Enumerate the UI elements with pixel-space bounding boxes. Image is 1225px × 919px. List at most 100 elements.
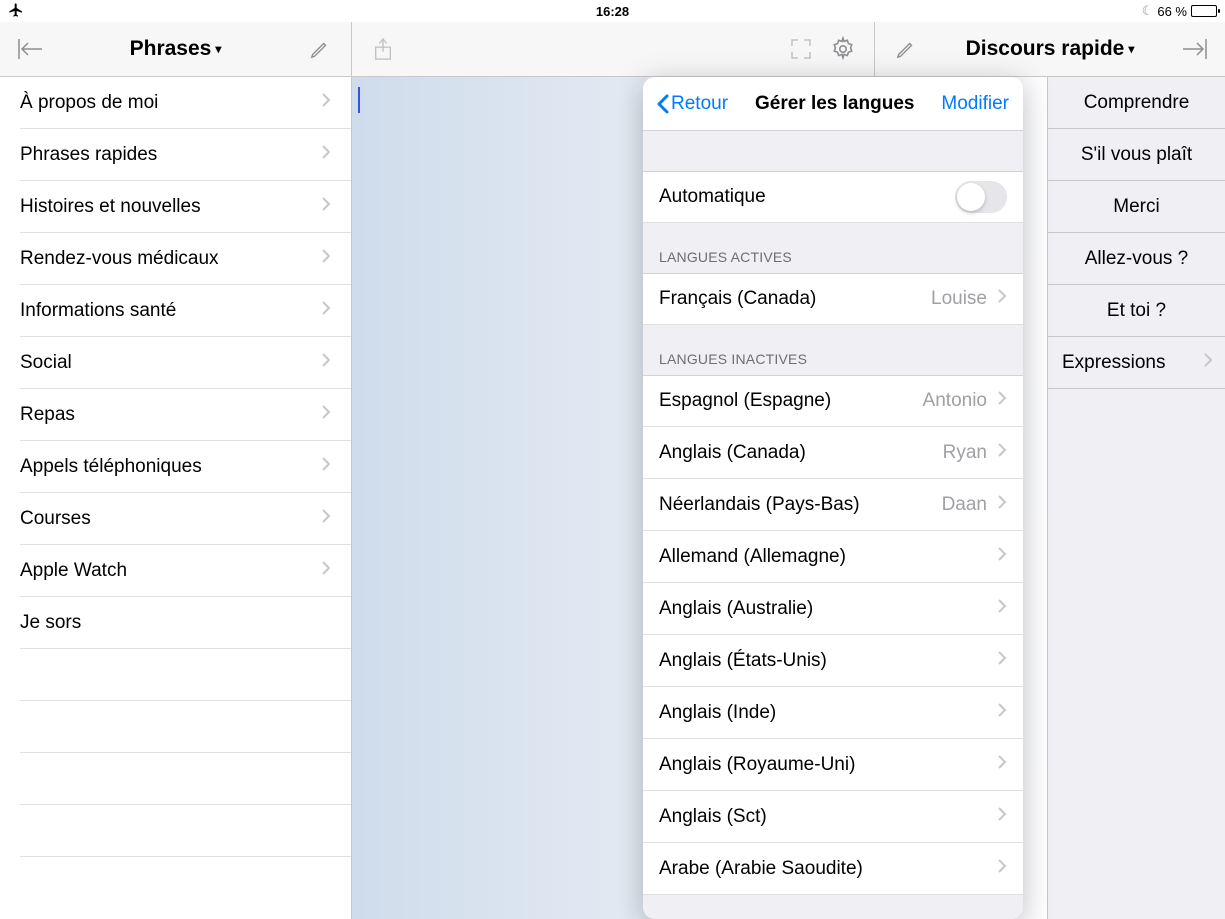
language-row[interactable]: Allemand (Allemagne)	[643, 531, 1023, 583]
sidebar-item[interactable]: Histoires et nouvelles	[20, 181, 351, 233]
share-icon[interactable]	[368, 34, 398, 64]
chevron-right-icon	[321, 455, 331, 478]
sidebar-item-label: À propos de moi	[20, 92, 158, 114]
popover-title: Gérer les langues	[755, 93, 914, 115]
chevron-right-icon	[321, 247, 331, 270]
gear-icon[interactable]	[828, 34, 858, 64]
back-button[interactable]: Retour	[657, 93, 728, 115]
language-row[interactable]: Anglais (Royaume-Uni)	[643, 739, 1023, 791]
chevron-right-icon	[321, 143, 331, 166]
quick-phrase-label: Et toi ?	[1107, 300, 1166, 322]
chevron-right-icon	[321, 559, 331, 582]
language-row[interactable]: Anglais (États-Unis)	[643, 635, 1023, 687]
sidebar-item[interactable]: Je sors	[20, 597, 351, 649]
chevron-right-icon	[321, 195, 331, 218]
language-row[interactable]: Anglais (Australie)	[643, 583, 1023, 635]
collapse-right-icon[interactable]	[1179, 34, 1209, 64]
language-name: Anglais (Canada)	[659, 442, 943, 464]
language-row[interactable]: Anglais (Sct)	[643, 791, 1023, 843]
sidebar-item-label: Repas	[20, 404, 75, 426]
language-row[interactable]: Français (Canada)Louise	[643, 273, 1023, 325]
sidebar-item[interactable]: À propos de moi	[20, 77, 351, 129]
popover-header: Retour Gérer les langues Modifier	[643, 77, 1023, 131]
automatic-row[interactable]: Automatique	[643, 171, 1023, 223]
inactive-section-header: LANGUES INACTIVES	[643, 325, 1023, 375]
edit-button[interactable]: Modifier	[941, 93, 1009, 115]
chevron-right-icon	[321, 507, 331, 530]
sidebar-item[interactable]: Apple Watch	[20, 545, 351, 597]
sidebar-item[interactable]: Informations santé	[20, 285, 351, 337]
quick-phrase-row[interactable]: Merci	[1048, 181, 1225, 233]
sidebar-item[interactable]: Appels téléphoniques	[20, 441, 351, 493]
toolbar-right-panel: Discours rapide ▾	[875, 22, 1225, 76]
chevron-right-icon	[997, 288, 1007, 310]
quick-phrase-row[interactable]: Allez-vous ?	[1048, 233, 1225, 285]
language-name: Anglais (Inde)	[659, 702, 997, 724]
sidebar-item[interactable]: Phrases rapides	[20, 129, 351, 181]
caret-down-icon: ▾	[1128, 42, 1134, 56]
chevron-right-icon	[321, 403, 331, 426]
language-name: Anglais (Sct)	[659, 806, 997, 828]
quick-phrase-row[interactable]: Et toi ?	[1048, 285, 1225, 337]
sidebar-item[interactable]: Courses	[20, 493, 351, 545]
voice-name: Antonio	[923, 390, 987, 412]
caret-down-icon: ▾	[215, 42, 221, 56]
text-cursor	[358, 87, 360, 113]
empty-row	[20, 649, 351, 701]
airplane-mode-icon	[8, 2, 24, 21]
chevron-right-icon	[321, 299, 331, 322]
language-name: Espagnol (Espagne)	[659, 390, 923, 412]
chevron-right-icon	[321, 351, 331, 374]
chevron-right-icon	[997, 754, 1007, 776]
collapse-left-icon[interactable]	[16, 34, 46, 64]
chevron-right-icon	[997, 650, 1007, 672]
edit-pencil-right-icon[interactable]	[891, 34, 921, 64]
right-title-dropdown[interactable]: Discours rapide ▾	[966, 37, 1135, 61]
active-section-header: LANGUES ACTIVES	[643, 223, 1023, 273]
language-row[interactable]: Anglais (Inde)	[643, 687, 1023, 739]
chevron-right-icon	[1203, 352, 1213, 374]
language-name: Anglais (États-Unis)	[659, 650, 997, 672]
status-time: 16:28	[596, 4, 629, 19]
language-name: Néerlandais (Pays-Bas)	[659, 494, 942, 516]
automatic-switch[interactable]	[955, 181, 1007, 213]
expressions-row[interactable]: Expressions	[1048, 337, 1225, 389]
status-bar: 16:28 ☾ 66 %	[0, 0, 1225, 22]
toolbar-mid-panel	[352, 22, 875, 76]
sidebar-item[interactable]: Social	[20, 337, 351, 389]
left-title-dropdown[interactable]: Phrases ▾	[130, 37, 222, 61]
sidebar-item-label: Je sors	[20, 612, 81, 634]
language-row[interactable]: Néerlandais (Pays-Bas)Daan	[643, 479, 1023, 531]
automatic-label: Automatique	[659, 186, 955, 208]
battery-percent: 66 %	[1157, 4, 1187, 19]
voice-name: Louise	[931, 288, 987, 310]
quick-phrase-label: Comprendre	[1084, 92, 1190, 114]
expand-icon[interactable]	[786, 34, 816, 64]
quick-phrase-row[interactable]: S'il vous plaît	[1048, 129, 1225, 181]
quick-phrase-label: Merci	[1113, 196, 1159, 218]
empty-row	[20, 701, 351, 753]
edit-pencil-left-icon[interactable]	[305, 34, 335, 64]
toolbar-left-panel: Phrases ▾	[0, 22, 352, 76]
languages-popover: Retour Gérer les langues Modifier Automa…	[643, 77, 1023, 919]
quick-phrase-row[interactable]: Comprendre	[1048, 77, 1225, 129]
sidebar-item-label: Social	[20, 352, 72, 374]
sidebar-item[interactable]: Repas	[20, 389, 351, 441]
language-row[interactable]: Espagnol (Espagne)Antonio	[643, 375, 1023, 427]
language-name: Français (Canada)	[659, 288, 931, 310]
sidebar-item[interactable]: Rendez-vous médicaux	[20, 233, 351, 285]
sidebar-item-label: Histoires et nouvelles	[20, 196, 201, 218]
chevron-right-icon	[997, 546, 1007, 568]
chevron-right-icon	[997, 858, 1007, 880]
sidebar-item-label: Apple Watch	[20, 560, 127, 582]
chevron-right-icon	[997, 702, 1007, 724]
language-row[interactable]: Anglais (Canada)Ryan	[643, 427, 1023, 479]
sidebar-item-label: Phrases rapides	[20, 144, 157, 166]
left-title-label: Phrases	[130, 37, 212, 61]
chevron-right-icon	[321, 91, 331, 114]
language-row[interactable]: Arabe (Arabie Saoudite)	[643, 843, 1023, 895]
chevron-right-icon	[997, 390, 1007, 412]
popover-body[interactable]: Automatique LANGUES ACTIVES Français (Ca…	[643, 131, 1023, 919]
toolbar: Phrases ▾ Discours rapide ▾	[0, 22, 1225, 77]
battery-icon	[1191, 5, 1217, 17]
